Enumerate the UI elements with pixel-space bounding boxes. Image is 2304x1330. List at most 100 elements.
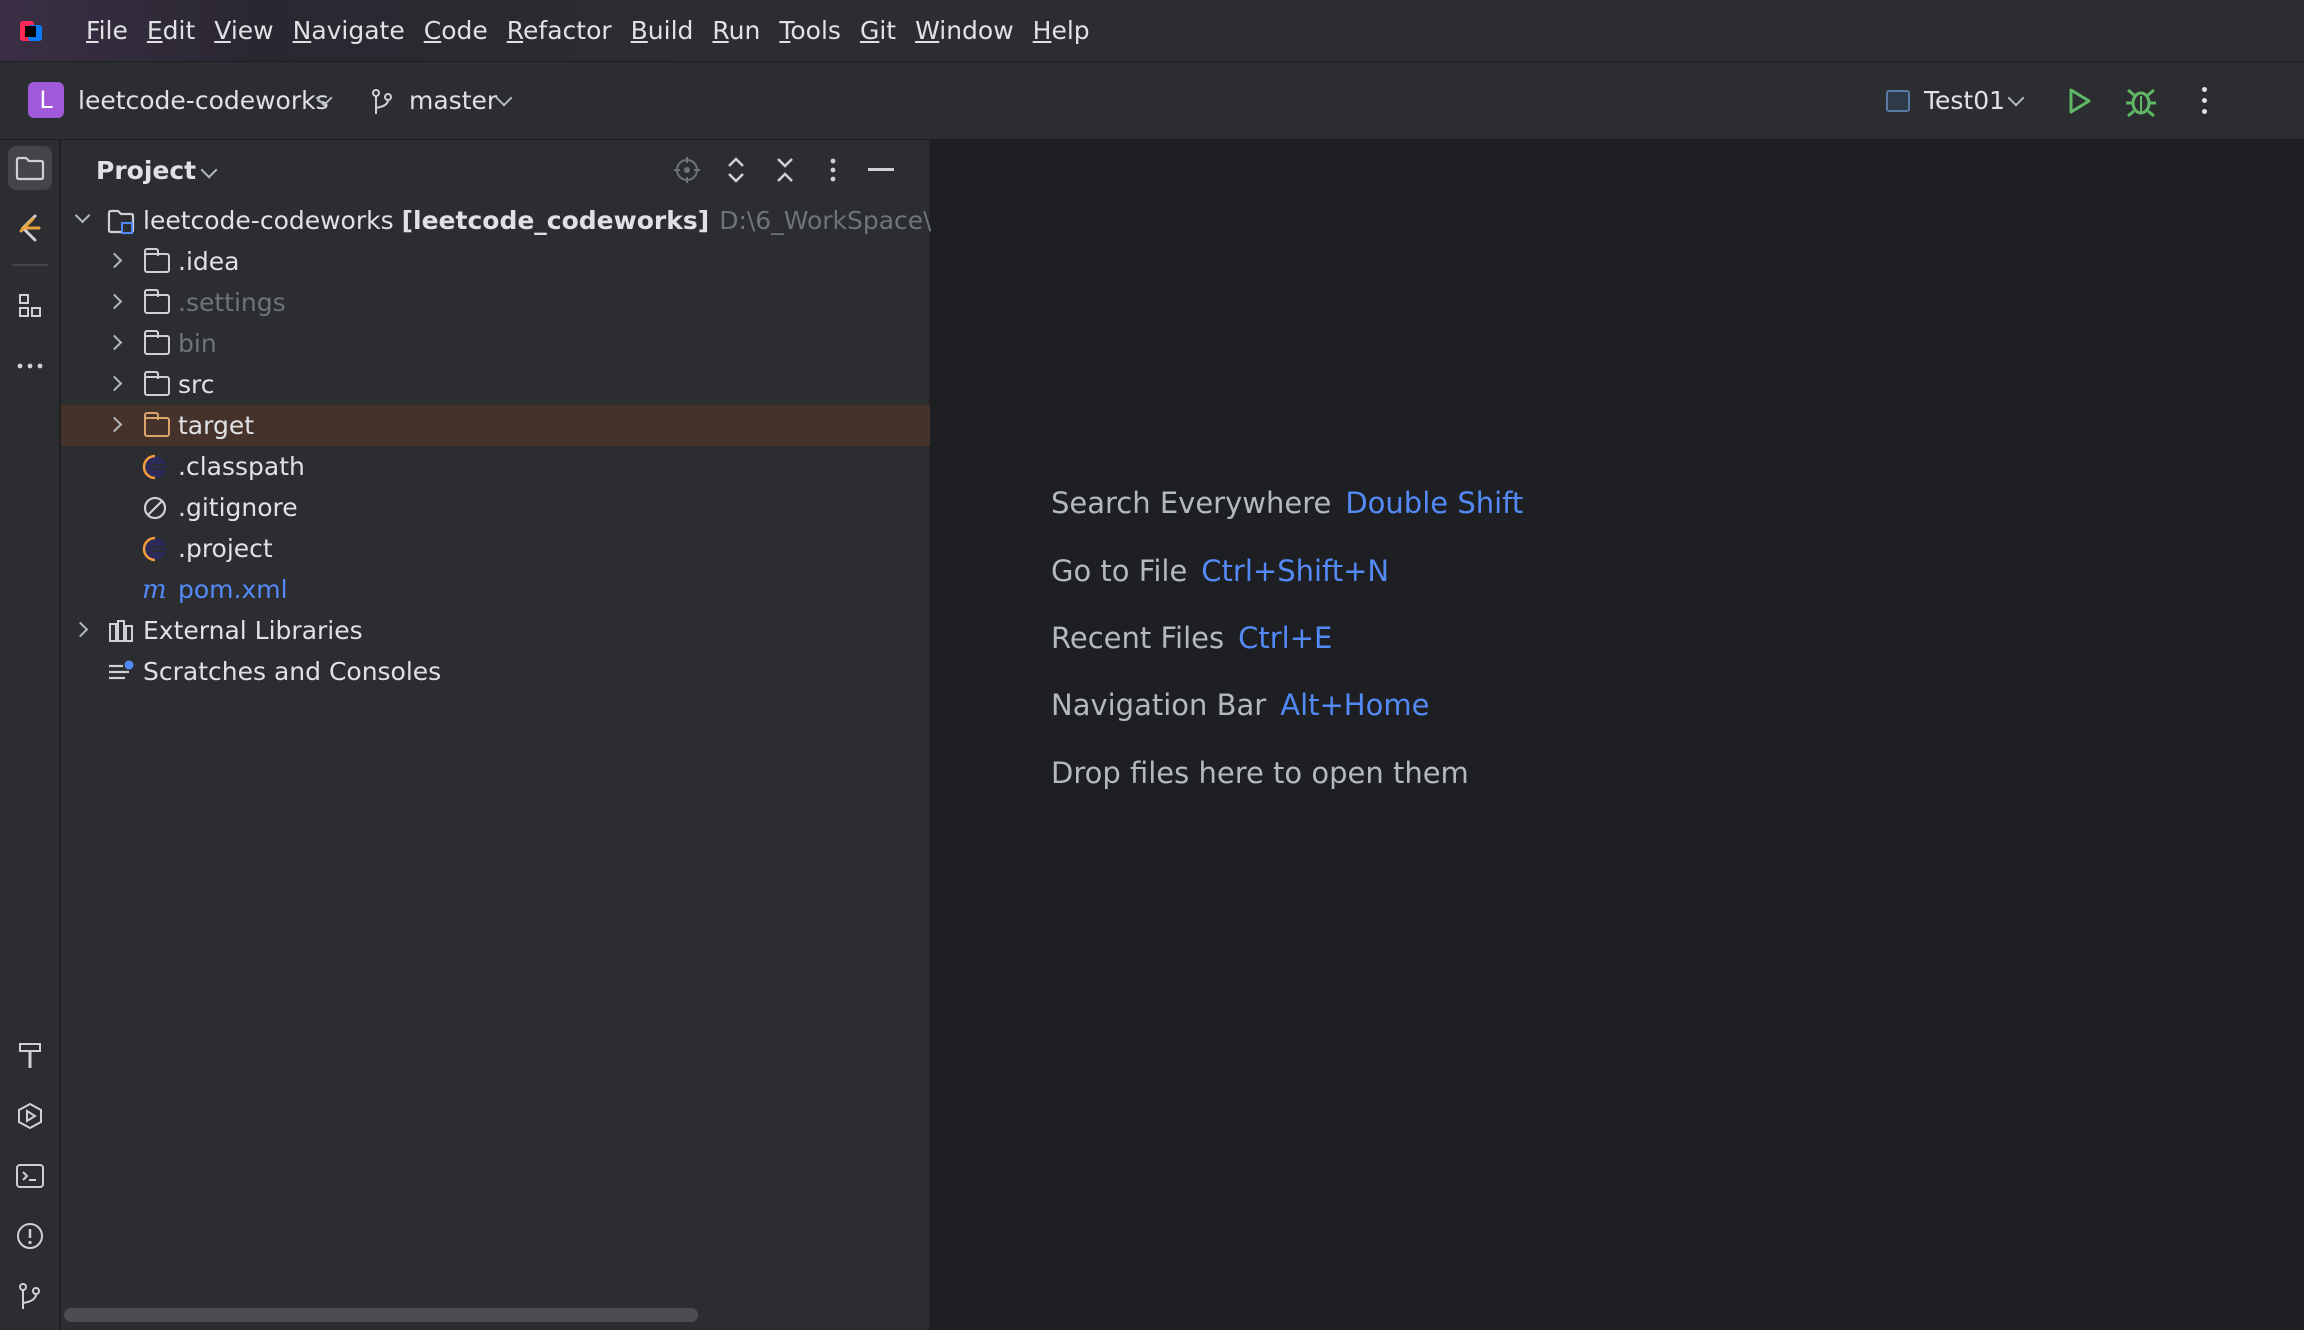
main-toolbar: L leetcode-codeworks master Test01 (0, 62, 2304, 140)
menu-file[interactable]: File (86, 16, 128, 45)
services-tool-button[interactable] (8, 1094, 52, 1138)
menu-view[interactable]: View (214, 16, 273, 45)
locate-file-icon[interactable] (671, 154, 703, 186)
more-vertical-icon[interactable] (2196, 84, 2212, 118)
hint-text: Drop files here to open them (1051, 756, 1469, 790)
tree-item-label: src (178, 370, 215, 399)
menu-git[interactable]: Git (860, 16, 896, 45)
chevron-right-icon[interactable] (106, 375, 123, 392)
menu-run[interactable]: Run (712, 16, 760, 45)
build-tool-button[interactable] (8, 1034, 52, 1078)
options-icon[interactable] (817, 154, 849, 186)
hint-shortcut[interactable]: Ctrl+Shift+N (1201, 554, 1389, 588)
terminal-tool-button[interactable] (8, 1154, 52, 1198)
maven-icon: m (142, 577, 167, 603)
chevron-right-icon[interactable] (106, 293, 123, 310)
eclipse-file-icon (142, 454, 166, 480)
tree-item-settings[interactable]: .settings (61, 282, 930, 323)
hint-shortcut[interactable]: Double Shift (1345, 486, 1523, 520)
menu-window[interactable]: Window (915, 16, 1014, 45)
eclipse-file-icon (142, 536, 166, 562)
hint-go-to-file: Go to File Ctrl+Shift+N (1051, 554, 1389, 588)
chevron-down-icon[interactable] (495, 89, 513, 107)
hint-search-everywhere: Search Everywhere Double Shift (1051, 486, 1523, 520)
folder-icon (143, 330, 170, 355)
tree-item-project[interactable]: .project (61, 528, 930, 569)
app-logo-icon[interactable] (18, 17, 46, 45)
tree-item-bin[interactable]: bin (61, 323, 930, 364)
ide-window: File Edit View Navigate Code Refactor Bu… (0, 0, 2304, 1330)
project-panel-header: Project (61, 140, 930, 200)
more-horizontal-icon (17, 363, 43, 369)
hint-recent-files: Recent Files Ctrl+E (1051, 621, 1332, 655)
menu-navigate[interactable]: Navigate (293, 16, 405, 45)
menu-refactor[interactable]: Refactor (507, 16, 612, 45)
folder-icon (143, 289, 170, 314)
ignore-file-icon (143, 496, 167, 520)
tree-item-gitignore[interactable]: .gitignore (61, 487, 930, 528)
git-tool-button[interactable] (8, 1274, 52, 1318)
tree-item-classpath[interactable]: .classpath (61, 446, 930, 487)
tree-item-label: pom.xml (178, 575, 288, 604)
menu-edit[interactable]: Edit (147, 16, 195, 45)
debug-icon[interactable] (2124, 84, 2158, 118)
tree-item-src[interactable]: src (61, 364, 930, 405)
tree-item-label: External Libraries (143, 616, 363, 645)
run-icon[interactable] (2064, 86, 2094, 116)
chevron-right-icon[interactable] (72, 621, 89, 638)
chevron-down-icon[interactable] (200, 161, 218, 179)
menu-tools[interactable]: Tools (779, 16, 841, 45)
branch-selector[interactable]: master (409, 86, 497, 115)
project-selector[interactable]: leetcode-codeworks (78, 86, 329, 115)
run-config-selector[interactable]: Test01 (1924, 86, 2005, 115)
editor-empty-area: Search Everywhere Double Shift Go to File… (931, 140, 2304, 1330)
tree-item-label: .classpath (178, 452, 305, 481)
tree-item-label: bin (178, 329, 217, 358)
tree-root[interactable]: leetcode-codeworks [leetcode_codeworks] D… (61, 200, 957, 241)
hint-navigation-bar: Navigation Bar Alt+Home (1051, 688, 1429, 722)
hint-text: Recent Files (1051, 621, 1225, 655)
chevron-right-icon[interactable] (106, 334, 123, 351)
hide-panel-icon[interactable] (865, 154, 897, 186)
hint-text: Go to File (1051, 554, 1188, 588)
scratches-icon (109, 660, 134, 680)
leetcode-icon (19, 214, 41, 242)
project-tree: leetcode-codeworks [leetcode_codeworks] D… (61, 200, 957, 692)
hint-text: Navigation Bar (1051, 688, 1267, 722)
chevron-right-icon[interactable] (106, 252, 123, 269)
chevron-down-icon[interactable] (2007, 89, 2025, 107)
chevron-down-icon[interactable] (74, 207, 91, 224)
excluded-folder-icon (143, 412, 170, 437)
tree-item-external-libraries[interactable]: External Libraries (61, 610, 930, 651)
project-badge[interactable]: L (28, 82, 64, 118)
git-branch-icon[interactable] (370, 88, 394, 116)
root-name: leetcode-codeworks (143, 206, 394, 235)
root-path: D:\6_WorkSpace\Pr (719, 206, 957, 235)
menu-code[interactable]: Code (424, 16, 488, 45)
hint-drop-files: Drop files here to open them (1051, 756, 1469, 790)
run-config-icon (1886, 90, 1910, 112)
tree-item-scratches[interactable]: Scratches and Consoles (61, 651, 930, 692)
more-tools-button[interactable] (8, 344, 52, 388)
problems-tool-button[interactable] (8, 1214, 52, 1258)
hint-text: Search Everywhere (1051, 486, 1332, 520)
tree-item-idea[interactable]: .idea (61, 241, 930, 282)
menu-build[interactable]: Build (631, 16, 694, 45)
leetcode-plugin-button[interactable] (8, 206, 52, 250)
structure-tool-button[interactable] (8, 284, 52, 328)
tree-item-label: .project (178, 534, 273, 563)
hint-shortcut[interactable]: Alt+Home (1280, 688, 1429, 722)
menu-help[interactable]: Help (1033, 16, 1090, 45)
tree-item-label: Scratches and Consoles (143, 657, 442, 686)
tree-item-label: target (178, 411, 255, 440)
hint-shortcut[interactable]: Ctrl+E (1238, 621, 1332, 655)
panel-title[interactable]: Project (96, 156, 196, 185)
project-tool-button[interactable] (8, 146, 52, 190)
tree-item-target[interactable]: target (61, 405, 930, 446)
expand-all-icon[interactable] (720, 154, 752, 186)
folder-icon (143, 248, 170, 273)
chevron-right-icon[interactable] (106, 416, 123, 433)
collapse-all-icon[interactable] (769, 154, 801, 186)
horizontal-scrollbar[interactable] (64, 1308, 698, 1322)
tree-item-pom[interactable]: m pom.xml (61, 569, 930, 610)
